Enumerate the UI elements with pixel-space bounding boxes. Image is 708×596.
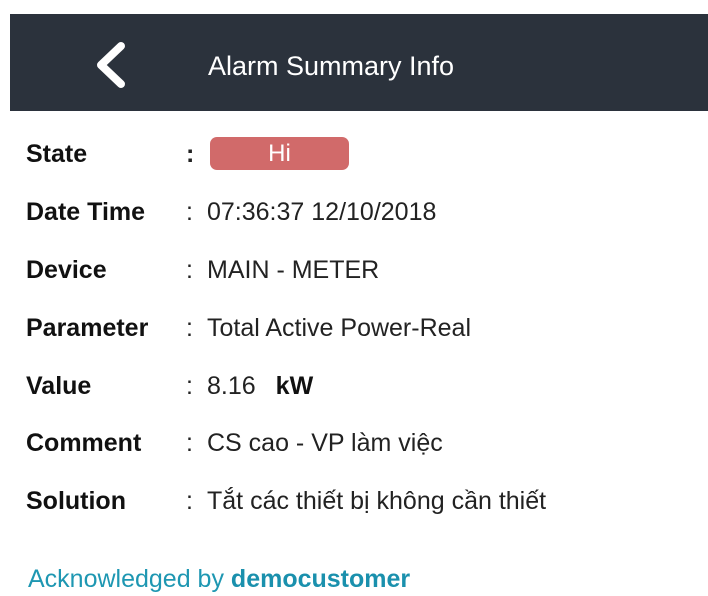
comment-label: Comment [26,429,142,457]
device-row: Device : MAIN - METER [26,252,696,288]
state-separator: : [186,140,195,168]
acknowledged-by-text: Acknowledged by democustomer [28,562,410,596]
state-badge: Hi [210,137,349,170]
state-label: State [26,140,88,168]
device-label: Device [26,256,107,284]
back-button[interactable] [88,40,138,90]
device-value: MAIN - METER [207,256,380,284]
state-row: State : Hi [26,136,696,172]
acknowledged-user: democustomer [230,565,411,593]
value-separator: : [186,372,193,400]
status-strip [0,0,708,14]
comment-value: CS cao - VP làm việc [207,429,443,457]
app-bar: Alarm Summary Info [10,14,708,111]
solution-separator: : [186,487,193,515]
solution-value: Tắt các thiết bị không cần thiết [207,487,547,515]
datetime-row: Date Time : 07:36:37 12/10/2018 [26,194,696,230]
value-unit: kW [275,372,314,400]
datetime-value: 07:36:37 12/10/2018 [207,198,437,226]
solution-label: Solution [26,487,126,515]
page-title: Alarm Summary Info [208,51,455,81]
parameter-row: Parameter : Total Active Power-Real [26,310,696,346]
acknowledged-prefix: Acknowledged by [28,565,224,593]
value-number: 8.16 [207,372,256,400]
comment-separator: : [186,429,193,457]
parameter-value: Total Active Power-Real [207,314,472,342]
comment-row: Comment : CS cao - VP làm việc [26,425,696,461]
solution-row: Solution : Tắt các thiết bị không cần th… [26,483,696,519]
parameter-label: Parameter [26,314,149,342]
datetime-separator: : [186,198,193,226]
device-separator: : [186,256,193,284]
value-label: Value [26,372,92,400]
value-row: Value : 8.16 kW [26,368,696,404]
datetime-label: Date Time [26,198,146,226]
chevron-left-icon [97,42,125,88]
parameter-separator: : [186,314,193,342]
value-reading: 8.16 kW [207,368,313,404]
